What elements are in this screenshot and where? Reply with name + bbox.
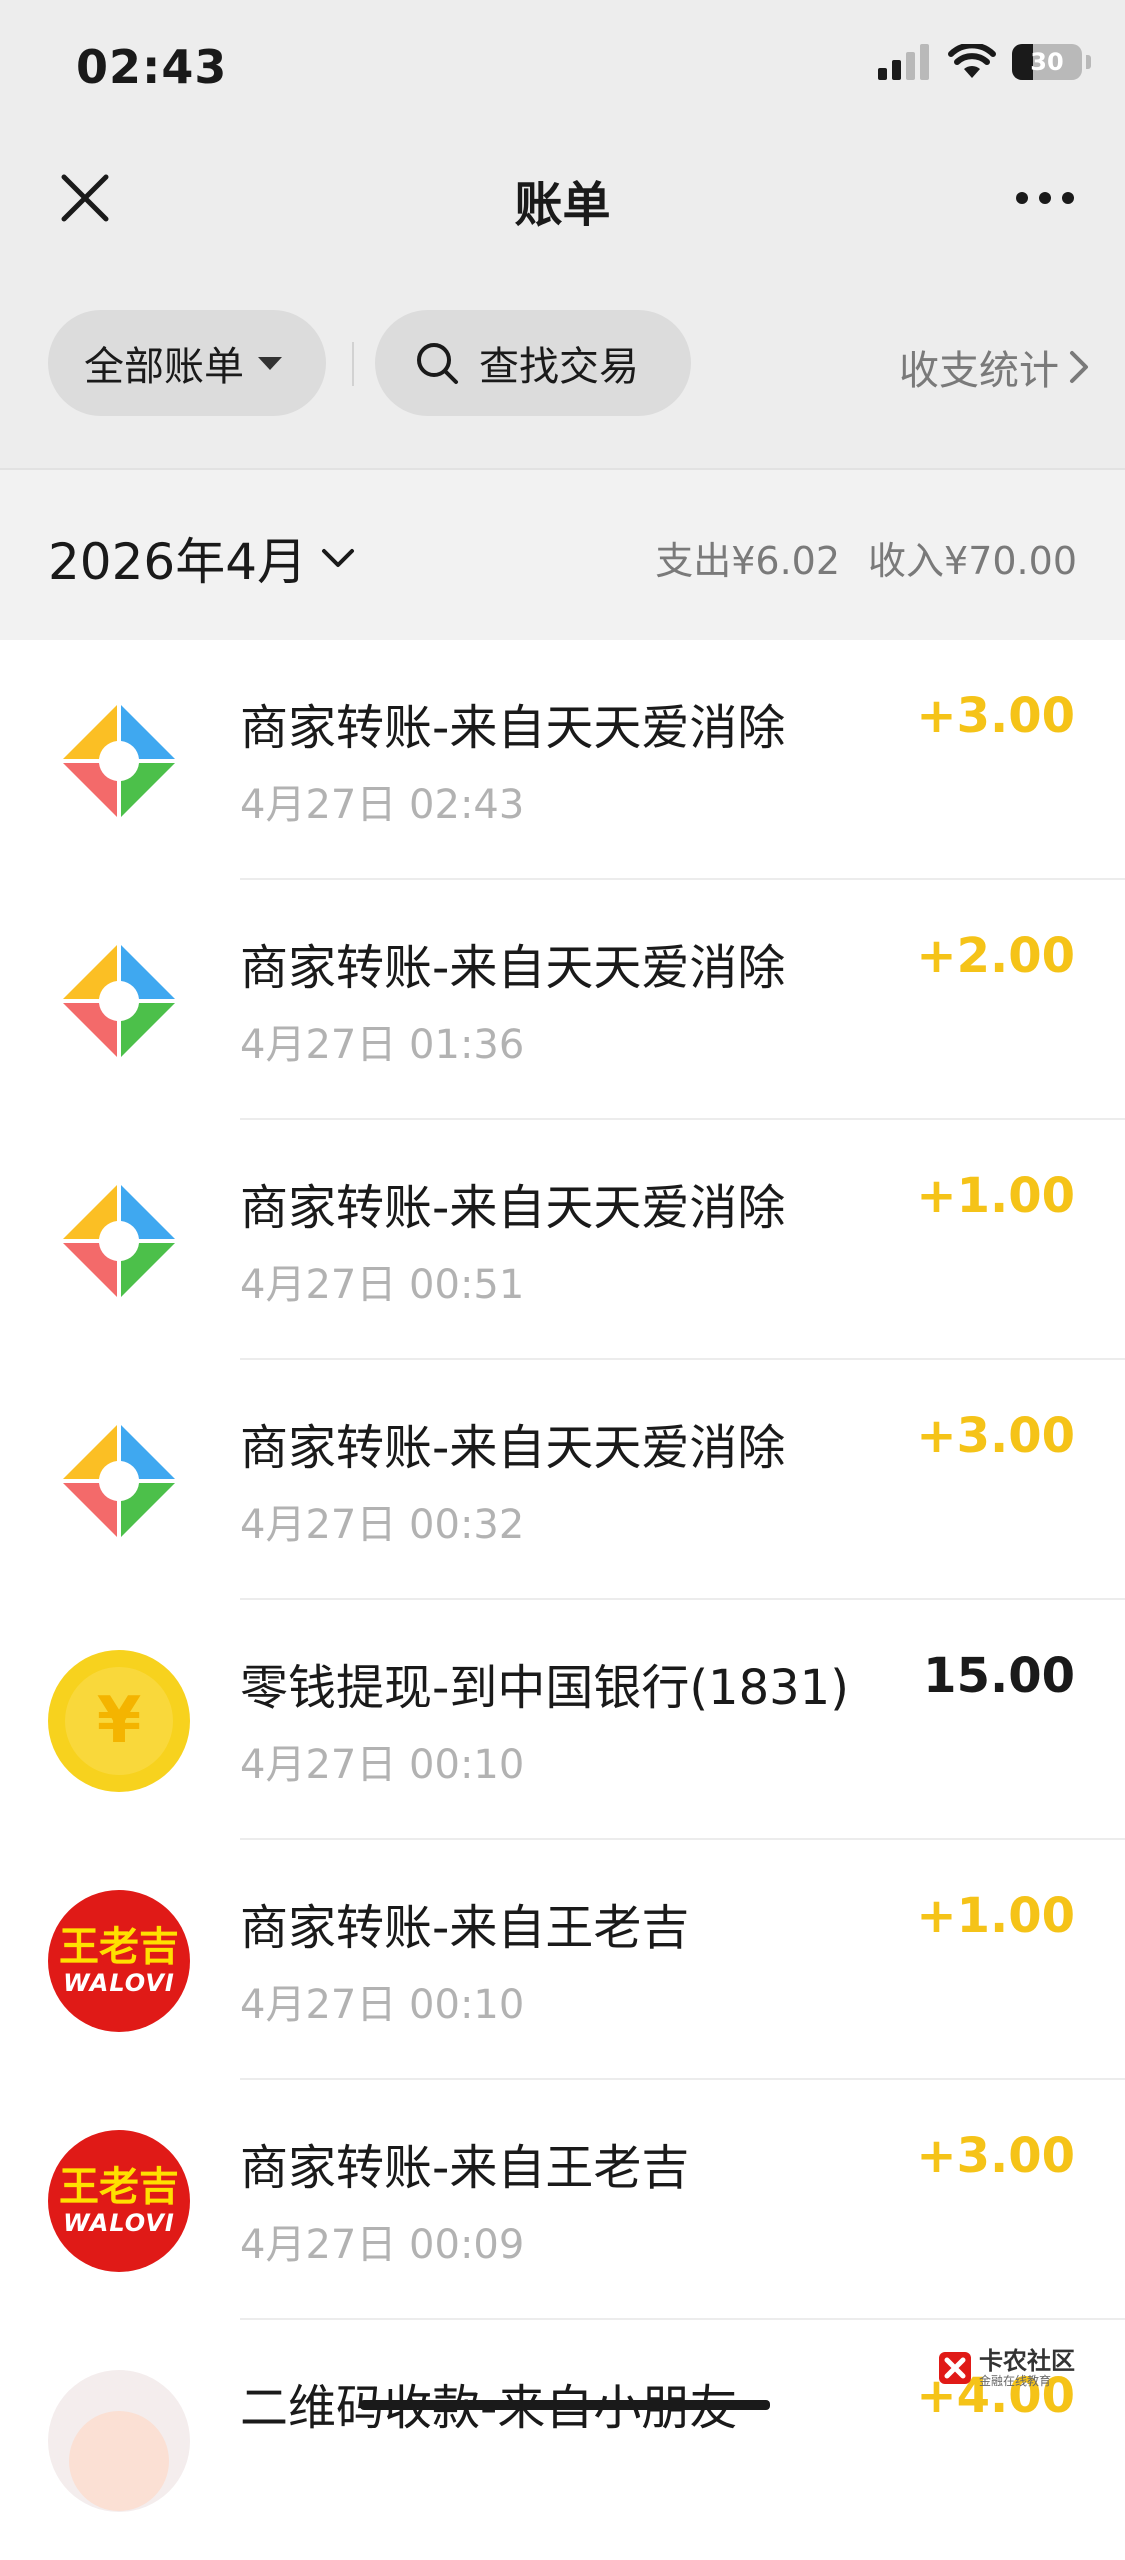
walovi-logo: 王老吉 WALOVI [48, 1890, 190, 2032]
transaction-amount: +1.00 [916, 1168, 1075, 1224]
transaction-item[interactable]: ¥ 零钱提现-到中国银行(1831) 4月27日 00:10 15.00 [0, 1600, 1125, 1840]
transaction-time: 4月27日 00:10 [240, 1982, 525, 2028]
transaction-amount: +3.00 [916, 2128, 1075, 2184]
transaction-item[interactable]: 商家转账-来自天天爱消除 4月27日 00:32 +3.00 [0, 1360, 1125, 1600]
game-app-icon [48, 690, 190, 832]
transaction-item[interactable]: 王老吉 WALOVI 商家转账-来自王老吉 4月27日 00:09 +3.00 [0, 2080, 1125, 2320]
month-selector[interactable]: 2026年4月 [48, 522, 355, 594]
transaction-time: 4月27日 00:09 [240, 2222, 525, 2268]
transaction-time: 4月27日 02:43 [240, 782, 525, 828]
battery-tip [1086, 55, 1091, 69]
month-row: 2026年4月 支出¥6.02 收入¥70.00 [0, 470, 1125, 640]
page-title: 账单 [514, 177, 611, 233]
all-bills-label: 全部账单 [84, 344, 244, 390]
signal-icon [878, 44, 929, 80]
transaction-list: 商家转账-来自天天爱消除 4月27日 02:43 +3.00 商家转账-来自天天… [0, 640, 1125, 2560]
transaction-amount: +2.00 [916, 928, 1075, 984]
walovi-logo: 王老吉 WALOVI [48, 2130, 190, 2272]
walovi-logo-en: WALOVI [63, 2209, 175, 2237]
search-icon [417, 343, 458, 384]
status-icons: 30 [876, 44, 1091, 80]
yuan-coin-icon: ¥ [48, 1650, 190, 1792]
transaction-item[interactable]: 商家转账-来自天天爱消除 4月27日 02:43 +3.00 [0, 640, 1125, 880]
divider [352, 342, 354, 386]
transaction-amount: +3.00 [916, 1408, 1075, 1464]
transaction-amount: 15.00 [923, 1648, 1075, 1704]
month-summary: 支出¥6.02 收入¥70.00 [655, 530, 1077, 585]
game-app-icon [48, 1170, 190, 1312]
more-icon [1016, 192, 1074, 204]
walovi-logo-en: WALOVI [63, 1969, 175, 1997]
battery-icon: 30 [1012, 44, 1082, 80]
transaction-title: 商家转账-来自天天爱消除 [240, 1180, 786, 1236]
all-bills-dropdown[interactable]: 全部账单 [48, 310, 326, 416]
watermark-sub: 金融在线教育 [979, 2374, 1052, 2388]
transaction-time: 4月27日 00:32 [240, 1502, 525, 1548]
stats-link[interactable]: 收支统计 [899, 338, 1089, 396]
transaction-amount: +3.00 [916, 688, 1075, 744]
filter-row: 全部账单 查找交易 收支统计 [0, 310, 1125, 420]
wifi-icon [948, 44, 996, 78]
watermark: 卡农社区 金融在线教育 [937, 2348, 1075, 2388]
redaction-line [360, 2400, 770, 2410]
search-label: 查找交易 [479, 344, 639, 390]
transaction-time: 4月27日 00:10 [240, 1742, 525, 1788]
walovi-logo-cn: 王老吉 [59, 1923, 179, 1970]
watermark-logo-icon [939, 2352, 971, 2384]
walovi-logo-cn: 王老吉 [59, 2163, 179, 2210]
game-app-icon [48, 930, 190, 1072]
watermark-main: 卡农社区 [979, 2347, 1075, 2375]
month-label: 2026年4月 [48, 533, 308, 591]
transaction-time: 4月27日 01:36 [240, 1022, 525, 1068]
yuan-symbol: ¥ [65, 1667, 173, 1775]
transaction-time: 4月27日 00:51 [240, 1262, 525, 1308]
watermark-text: 卡农社区 金融在线教育 [979, 2348, 1075, 2388]
transaction-item[interactable]: 商家转账-来自天天爱消除 4月27日 01:36 +2.00 [0, 880, 1125, 1120]
transaction-amount: +1.00 [916, 1888, 1075, 1944]
avatar [48, 2370, 190, 2512]
transaction-title: 商家转账-来自王老吉 [240, 2140, 690, 2196]
transaction-title: 零钱提现-到中国银行(1831) [240, 1660, 849, 1716]
status-bar: 02:43 30 [0, 0, 1125, 135]
avatar-face [69, 2411, 169, 2511]
search-transactions-button[interactable]: 查找交易 [375, 310, 691, 416]
transaction-title: 商家转账-来自天天爱消除 [240, 700, 786, 756]
transaction-title: 商家转账-来自天天爱消除 [240, 940, 786, 996]
transaction-title: 商家转账-来自天天爱消除 [240, 1420, 786, 1476]
income-total: 收入¥70.00 [868, 539, 1077, 583]
chevron-right-icon [1070, 351, 1088, 383]
caret-down-icon [258, 356, 282, 370]
transaction-item[interactable]: 商家转账-来自天天爱消除 4月27日 00:51 +1.00 [0, 1120, 1125, 1360]
transaction-title: 商家转账-来自王老吉 [240, 1900, 690, 1956]
nav-bar: 账单 [0, 135, 1125, 260]
expense-total: 支出¥6.02 [655, 539, 841, 583]
game-app-icon [48, 1410, 190, 1552]
transaction-item[interactable]: 王老吉 WALOVI 商家转账-来自王老吉 4月27日 00:10 +1.00 [0, 1840, 1125, 2080]
status-time: 02:43 [76, 40, 228, 94]
more-button[interactable] [1005, 165, 1085, 231]
battery-level: 30 [1030, 48, 1064, 76]
stats-label: 收支统计 [899, 348, 1059, 394]
chevron-down-icon [322, 549, 355, 567]
